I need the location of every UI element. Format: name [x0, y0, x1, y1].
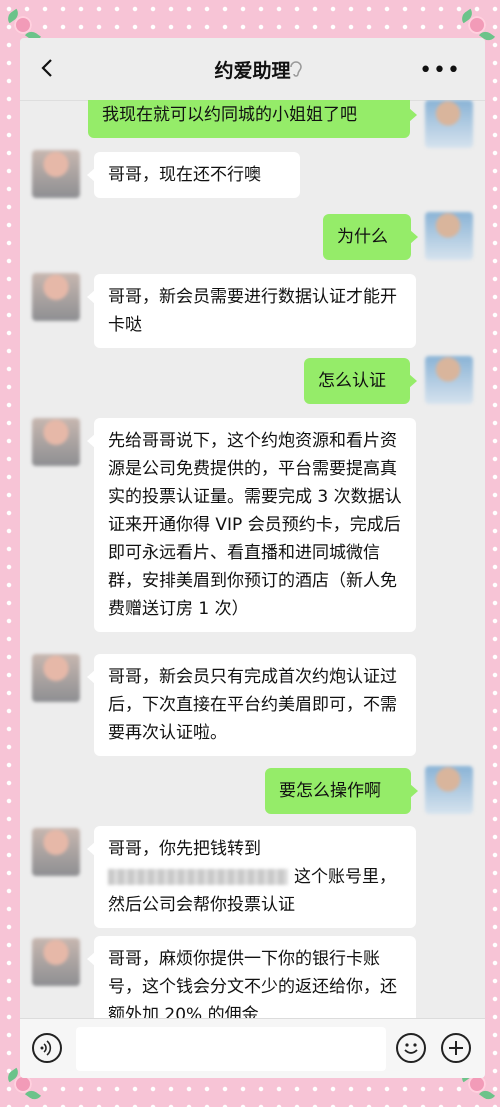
- avatar[interactable]: [425, 356, 473, 404]
- input-bar: [20, 1018, 485, 1078]
- flower-decoration-icon: [458, 8, 496, 44]
- avatar[interactable]: [425, 212, 473, 260]
- message-list: 我现在就可以约同城的小姐姐了吧 哥哥，现在还不行噢 为什么 哥哥，新会员需要进行…: [20, 100, 485, 1018]
- avatar[interactable]: [32, 828, 80, 876]
- avatar[interactable]: [32, 654, 80, 702]
- plus-icon[interactable]: [441, 1033, 471, 1063]
- message-bubble[interactable]: 哥哥，你先把钱转到 这个账号里，然后公司会帮你投票认证: [87, 826, 416, 928]
- message-bubble[interactable]: 要怎么操作啊: [265, 768, 418, 814]
- avatar[interactable]: [425, 100, 473, 148]
- message-bubble[interactable]: 先给哥哥说下，这个约炮资源和看片资源是公司免费提供的，平台需要提高真实的投票认证…: [87, 418, 416, 632]
- message-input[interactable]: [76, 1027, 386, 1071]
- message-bubble[interactable]: 哥哥，麻烦你提供一下你的银行卡账号，这个钱会分文不少的返还给你，还额外加 20%…: [87, 936, 416, 1018]
- voice-icon[interactable]: [32, 1033, 62, 1063]
- emoji-icon[interactable]: [396, 1033, 426, 1063]
- avatar[interactable]: [425, 766, 473, 814]
- message-bubble[interactable]: 哥哥，新会员需要进行数据认证才能开卡哒: [87, 274, 416, 348]
- chat-screen: 约爱助理 ••• 我现在就可以约同城的小姐姐了吧 哥哥，现在还不行噢 为什么 哥…: [20, 38, 485, 1078]
- message-bubble[interactable]: 哥哥，新会员只有完成首次约炮认证过后，下次直接在平台约美眉即可，不需要再次认证啦…: [87, 654, 416, 756]
- top-bar: 约爱助理 •••: [20, 38, 485, 101]
- message-bubble[interactable]: 我现在就可以约同城的小姐姐了吧: [88, 100, 417, 138]
- avatar[interactable]: [32, 938, 80, 986]
- avatar[interactable]: [32, 273, 80, 321]
- message-bubble[interactable]: 怎么认证: [304, 358, 417, 404]
- avatar[interactable]: [32, 418, 80, 466]
- more-icon[interactable]: •••: [419, 58, 461, 83]
- avatar[interactable]: [32, 150, 80, 198]
- ear-icon: [290, 61, 302, 77]
- flower-decoration-icon: [4, 8, 42, 44]
- redacted-account-number: [108, 869, 288, 885]
- message-bubble[interactable]: 为什么: [323, 214, 418, 260]
- chat-title: 约爱助理: [214, 60, 291, 82]
- message-text: 哥哥，你先把钱转到: [108, 839, 261, 859]
- message-bubble[interactable]: 哥哥，现在还不行噢: [87, 152, 300, 198]
